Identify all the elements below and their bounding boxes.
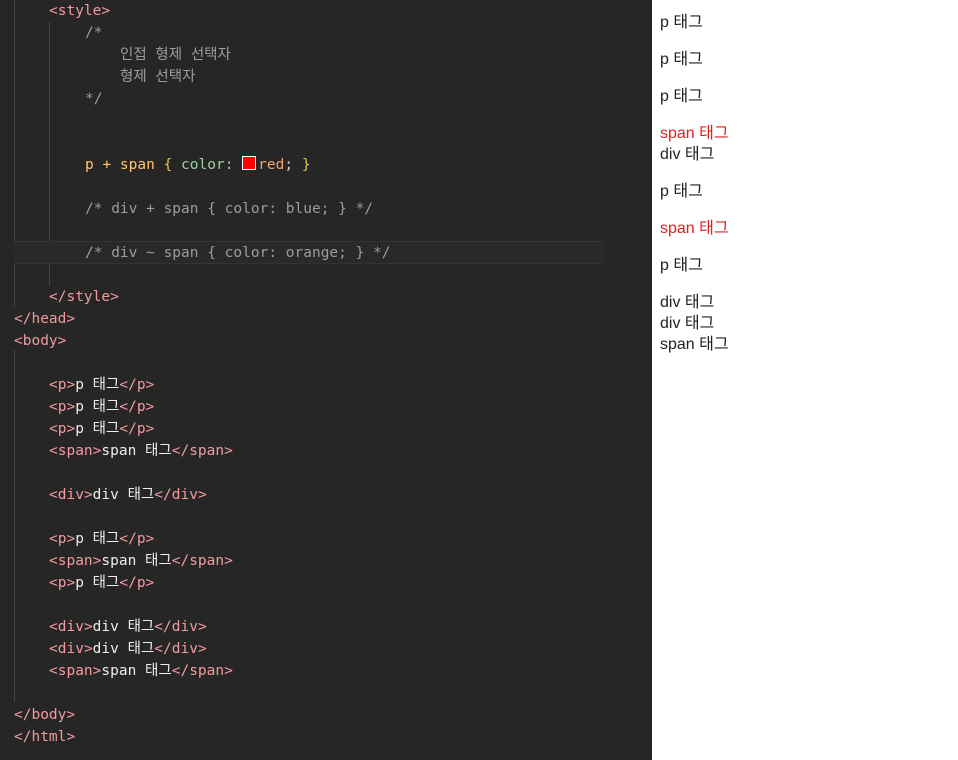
code-line[interactable]: /* — [85, 22, 102, 44]
code-line[interactable]: 인접 형제 선택자 — [120, 44, 231, 66]
preview-line: p 태그 — [660, 183, 703, 200]
code-line[interactable]: </body> — [14, 704, 75, 726]
code-line[interactable]: <span>span 태그</span> — [49, 440, 233, 462]
code-line[interactable]: <p>p 태그</p> — [49, 418, 154, 440]
code-line[interactable]: <div>div 태그</div> — [49, 484, 207, 506]
code-line[interactable]: p + span { color: red; } — [85, 154, 311, 176]
code-line[interactable]: <p>p 태그</p> — [49, 572, 154, 594]
preview-line: span 태그 — [660, 336, 729, 353]
code-line[interactable]: /* div + span { color: blue; } */ — [85, 198, 373, 220]
code-line[interactable]: <p>p 태그</p> — [49, 396, 154, 418]
code-line[interactable]: */ — [85, 88, 102, 110]
code-line[interactable]: <span>span 태그</span> — [49, 660, 233, 682]
code-line[interactable]: /* div ~ span { color: orange; } */ — [85, 242, 391, 264]
preview-line: p 태그 — [660, 88, 703, 105]
preview-line: p 태그 — [660, 14, 703, 31]
code-line[interactable]: <span>span 태그</span> — [49, 550, 233, 572]
code-line[interactable]: <style> — [49, 0, 110, 22]
preview-line: div 태그 — [660, 146, 715, 163]
code-line[interactable]: <p>p 태그</p> — [49, 528, 154, 550]
code-line[interactable]: </head> — [14, 308, 75, 330]
preview-line: span 태그 — [660, 220, 729, 237]
preview-line: p 태그 — [660, 51, 703, 68]
preview-line: div 태그 — [660, 315, 715, 332]
code-line[interactable]: <body> — [14, 330, 66, 352]
code-line[interactable]: 형제 선택자 — [120, 66, 195, 88]
code-line[interactable]: <div>div 태그</div> — [49, 616, 207, 638]
code-line[interactable]: <p>p 태그</p> — [49, 374, 154, 396]
browser-preview: p 태그 p 태그 p 태그 span 태그 div 태그 p 태그 span 태그 p 태그… — [652, 0, 958, 760]
color-swatch-icon[interactable] — [242, 156, 257, 170]
code-line[interactable]: </html> — [14, 726, 75, 748]
preview-line: span 태그 — [660, 125, 729, 142]
code-editor[interactable]: <style> /* 인접 형제 선택자 형제 선택자 */ p + span … — [0, 0, 652, 760]
preview-line: p 태그 — [660, 257, 703, 274]
indent-guide — [14, 350, 15, 702]
code-line[interactable]: </style> — [49, 286, 119, 308]
preview-line: div 태그 — [660, 294, 715, 311]
code-line[interactable]: <div>div 태그</div> — [49, 638, 207, 660]
